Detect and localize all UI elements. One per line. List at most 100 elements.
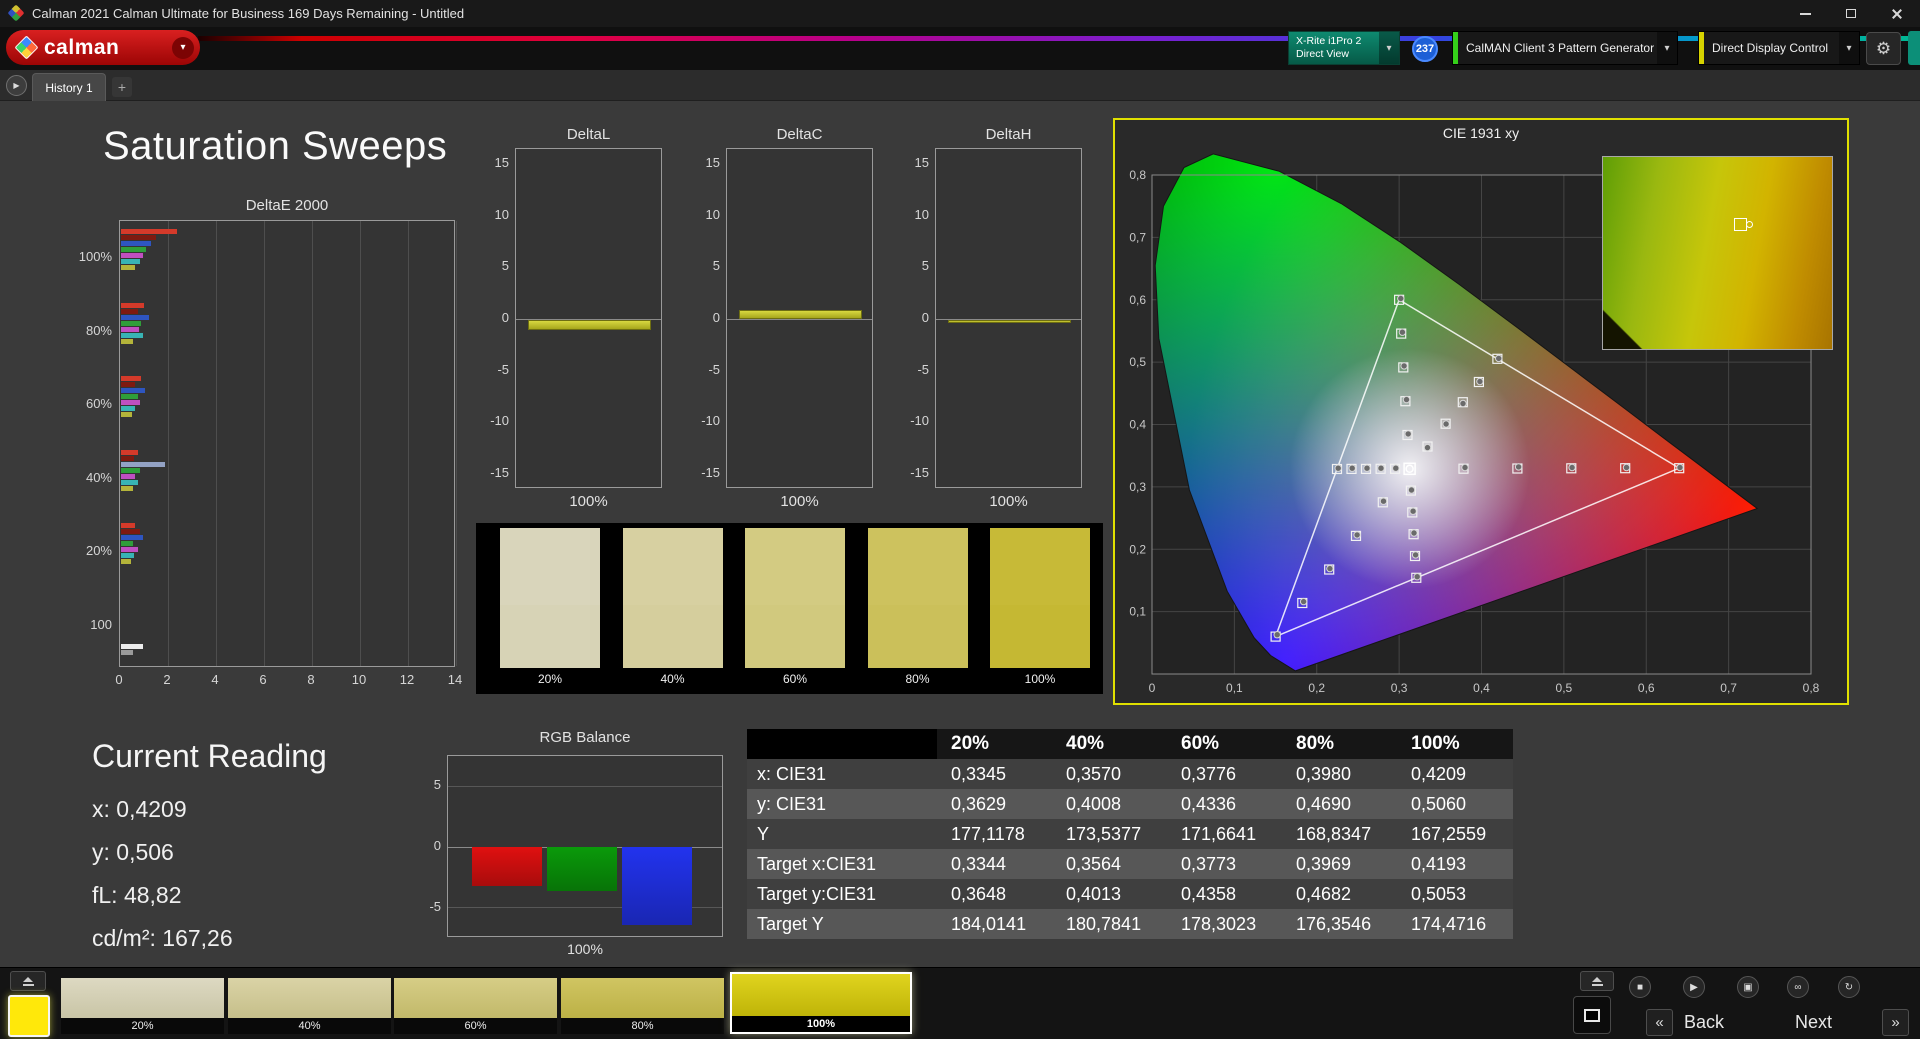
measured-point-blue bbox=[1353, 531, 1361, 539]
measured-point-magenta bbox=[1409, 507, 1417, 515]
deltae-bar bbox=[121, 333, 143, 338]
swatch-label: 40% bbox=[228, 1018, 391, 1034]
deltae-chart-title: DeltaE 2000 bbox=[245, 197, 329, 214]
measured-point-blue bbox=[1326, 564, 1334, 573]
next-button[interactable]: Next bbox=[1795, 1009, 1832, 1036]
table-cell: 0,4336 bbox=[1167, 789, 1282, 819]
inset-measured-circle bbox=[1745, 221, 1753, 229]
tab-scroll-button[interactable]: ▶ bbox=[6, 75, 27, 96]
maximize-button[interactable] bbox=[1828, 0, 1874, 27]
x-axis-tick-label: 0,3 bbox=[1391, 681, 1408, 695]
gridline bbox=[263, 221, 265, 666]
actual-swatch bbox=[745, 528, 845, 605]
deltae-y-axis-label: 40% bbox=[85, 470, 112, 485]
calman-diamond-icon bbox=[14, 35, 39, 60]
gridline bbox=[311, 221, 313, 666]
edge-panel-sliver bbox=[1908, 31, 1920, 65]
link-button[interactable]: ∞ bbox=[1787, 976, 1809, 998]
pattern-source-dropdown[interactable]: CalMAN Client 3 Pattern Generator ▾ bbox=[1452, 31, 1678, 65]
close-icon bbox=[1891, 8, 1903, 20]
actual-swatch bbox=[500, 528, 600, 605]
table-row: x: CIE31 0,3345 0,3570 0,3776 0,3980 0,4209 bbox=[747, 759, 1513, 789]
saturation-swatch-button-40%[interactable]: 40% bbox=[228, 978, 391, 1034]
x-axis-tick-label: 0,6 bbox=[1638, 681, 1655, 695]
display-pattern-button[interactable] bbox=[1573, 996, 1611, 1034]
rgb-y-axis-label: 0 bbox=[433, 838, 441, 853]
y-axis-tick-label: 0,2 bbox=[1129, 542, 1146, 556]
table-row: Target x:CIE31 0,3344 0,3564 0,3773 0,3969 0,… bbox=[747, 849, 1513, 879]
table-cell: 167,2559 bbox=[1397, 819, 1513, 849]
saturation-swatch-button-60%[interactable]: 60% bbox=[394, 978, 557, 1034]
table-cell: 0,4008 bbox=[1052, 789, 1167, 819]
deltae-bar bbox=[121, 259, 141, 264]
table-row-label: x: CIE31 bbox=[747, 759, 937, 789]
swatch-column-label: 60% bbox=[782, 672, 808, 686]
eject-button-left[interactable] bbox=[10, 971, 46, 991]
deltae-x-axis-label: 14 bbox=[447, 672, 463, 687]
deltae-bar bbox=[121, 327, 139, 332]
measured-point-green bbox=[1397, 294, 1405, 303]
measured-point-blue bbox=[1379, 497, 1388, 505]
display-control-dropdown[interactable]: Direct Display Control ▾ bbox=[1698, 31, 1860, 65]
table-row: Target y:CIE31 0,3648 0,4013 0,4358 0,4682 0,… bbox=[747, 879, 1513, 909]
y-axis-label: 0 bbox=[921, 309, 929, 325]
saturation-swatch-button-20%[interactable]: 20% bbox=[61, 978, 224, 1034]
measured-point-yellow bbox=[1423, 443, 1432, 452]
cie-zoom-inset bbox=[1602, 156, 1833, 350]
minimize-button[interactable] bbox=[1782, 0, 1828, 27]
chevron-down-icon: ▾ bbox=[1657, 32, 1677, 64]
deltae-bar bbox=[121, 382, 136, 387]
deltae-y-axis-label: 100% bbox=[78, 249, 112, 264]
deltae-y-axis-label: 20% bbox=[85, 543, 112, 558]
table-column-header: 20% bbox=[937, 729, 1052, 759]
eject-icon bbox=[23, 976, 33, 982]
y-axis-label: 10 bbox=[705, 206, 720, 222]
deltae-bar bbox=[121, 650, 133, 655]
eject-button-right[interactable] bbox=[1580, 971, 1614, 991]
measured-point-blue bbox=[1273, 631, 1281, 639]
target-swatch bbox=[867, 605, 968, 668]
play-button[interactable]: ▶ bbox=[1683, 976, 1705, 998]
measured-point-green bbox=[1398, 328, 1407, 336]
deltae-bar bbox=[121, 450, 138, 455]
meter-dropdown[interactable]: X-Rite i1Pro 2 Direct View ▾ bbox=[1288, 31, 1400, 65]
deltae-bar bbox=[121, 456, 135, 461]
back-button[interactable]: Back bbox=[1684, 1009, 1724, 1036]
measured-point-red bbox=[1461, 463, 1469, 472]
gridline bbox=[167, 221, 169, 666]
settings-button[interactable]: ⚙ bbox=[1866, 32, 1901, 65]
saturation-swatch-button-100%[interactable]: 100% bbox=[730, 972, 912, 1034]
add-tab-button[interactable]: + bbox=[112, 77, 132, 97]
deltae-bar bbox=[121, 321, 142, 326]
table-cell: 0,5060 bbox=[1397, 789, 1513, 819]
table-cell: 0,3564 bbox=[1052, 849, 1167, 879]
measured-point-cyan bbox=[1363, 464, 1371, 472]
stop-button[interactable]: ■ bbox=[1629, 976, 1651, 998]
target-swatch bbox=[745, 605, 845, 668]
save-icon: ▣ bbox=[1743, 981, 1753, 993]
measured-point-cyan bbox=[1334, 464, 1342, 472]
tab-history-1[interactable]: History 1 bbox=[32, 73, 106, 101]
rgb-y-axis-label: -5 bbox=[429, 898, 441, 914]
deltae-bar bbox=[121, 523, 136, 528]
deltae-bar bbox=[121, 644, 143, 649]
table-cell: 0,4013 bbox=[1052, 879, 1167, 909]
gridline bbox=[407, 221, 409, 666]
table-column-header: 80% bbox=[1282, 729, 1397, 759]
back-chevron-button[interactable]: « bbox=[1646, 1009, 1673, 1036]
saturation-swatch-button-80%[interactable]: 80% bbox=[561, 978, 724, 1034]
zero-line bbox=[727, 319, 872, 320]
save-button[interactable]: ▣ bbox=[1737, 976, 1759, 998]
app-logo-icon bbox=[7, 4, 25, 22]
swatch-column-label: 100% bbox=[1024, 672, 1056, 686]
close-button[interactable] bbox=[1874, 0, 1920, 27]
table-cell: 0,3570 bbox=[1052, 759, 1167, 789]
measured-point-red bbox=[1676, 463, 1684, 472]
eject-icon-bar bbox=[22, 983, 34, 986]
y-axis-label: 0 bbox=[501, 309, 509, 325]
calman-menu-button[interactable]: calman ▾ bbox=[6, 30, 200, 65]
table-cell: 0,4193 bbox=[1397, 849, 1513, 879]
refresh-button[interactable]: ↻ bbox=[1838, 976, 1860, 998]
chart-title: DeltaC bbox=[776, 126, 823, 143]
next-chevron-button[interactable]: » bbox=[1882, 1009, 1909, 1036]
